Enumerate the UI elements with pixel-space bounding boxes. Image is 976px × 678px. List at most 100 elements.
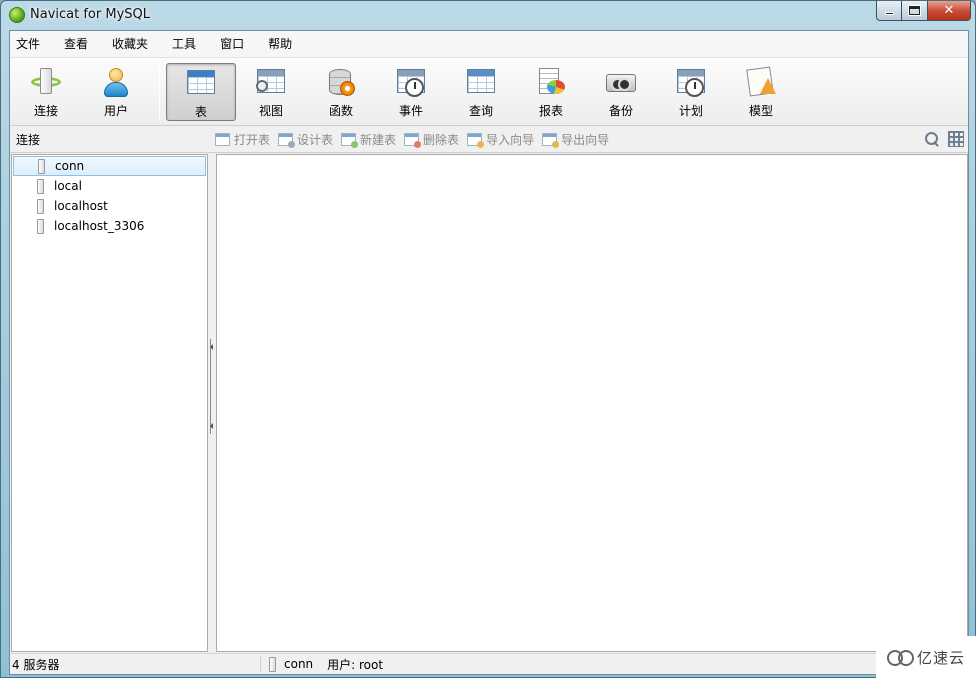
new-table-icon xyxy=(341,132,359,148)
connection-name: conn xyxy=(55,159,85,173)
toolbar-view-button[interactable]: 视图 xyxy=(236,63,306,121)
schedule-icon xyxy=(674,66,708,98)
menu-help[interactable]: 帮助 xyxy=(266,31,304,58)
design-table-label: 设计表 xyxy=(297,132,334,147)
open-table-button[interactable]: 打开表 xyxy=(215,131,270,148)
import-wizard-button[interactable]: 导入向导 xyxy=(467,131,534,148)
event-icon xyxy=(394,66,428,98)
toolbar-connect-button[interactable]: 连接 xyxy=(11,63,81,121)
maximize-icon xyxy=(908,5,921,16)
toolbar-table-button[interactable]: 表 xyxy=(166,62,236,121)
minimize-icon xyxy=(884,12,894,15)
splitter-grip-icon[interactable] xyxy=(210,339,214,434)
view-icon xyxy=(254,66,288,98)
menu-favorites[interactable]: 收藏夹 xyxy=(110,31,160,58)
server-icon xyxy=(37,218,44,234)
client-area: 文件 查看 收藏夹 工具 窗口 帮助 连接 用户 表 视图 函数 事件 查询 报… xyxy=(9,30,969,675)
toolbar-label: 计划 xyxy=(678,103,703,118)
object-action-bar: 连接 打开表 设计表 新建表 删除表 导入向导 导出向导 xyxy=(10,126,968,153)
server-icon xyxy=(38,158,45,174)
toolbar-label: 用户 xyxy=(103,103,128,118)
toolbar-function-button[interactable]: 函数 xyxy=(306,63,376,121)
model-icon xyxy=(744,65,778,98)
function-icon xyxy=(324,66,358,98)
server-icon xyxy=(37,198,44,214)
export-wizard-icon xyxy=(542,132,560,148)
import-wizard-icon xyxy=(467,132,485,148)
design-table-button[interactable]: 设计表 xyxy=(278,131,333,148)
server-icon xyxy=(37,178,44,194)
toolbar-model-button[interactable]: 模型 xyxy=(726,63,796,121)
delete-table-button[interactable]: 删除表 xyxy=(404,131,459,148)
close-icon: ✕ xyxy=(943,3,955,18)
status-divider xyxy=(260,656,261,672)
toolbar-label: 视图 xyxy=(258,103,283,118)
status-server-count: 4 服务器 xyxy=(12,657,60,672)
status-connection: conn xyxy=(269,656,314,672)
object-list-pane[interactable] xyxy=(216,154,968,652)
navicat-app-icon[interactable] xyxy=(9,7,25,23)
toolbar-label: 备份 xyxy=(608,103,633,118)
toolbar-label: 表 xyxy=(194,104,207,119)
menu-window[interactable]: 窗口 xyxy=(218,31,256,58)
toolbar-schedule-button[interactable]: 计划 xyxy=(656,63,726,121)
design-table-icon xyxy=(278,132,296,148)
import-wizard-label: 导入向导 xyxy=(486,132,535,147)
connection-item-localhost[interactable]: localhost xyxy=(12,196,207,216)
status-connection-name: conn xyxy=(284,657,314,671)
query-icon xyxy=(464,66,498,98)
server-icon xyxy=(269,656,276,672)
toolbar-label: 模型 xyxy=(748,103,773,118)
connection-tree-pane[interactable]: conn local localhost localhost_3306 xyxy=(11,154,208,652)
menu-file[interactable]: 文件 xyxy=(14,31,52,58)
connection-name: local xyxy=(54,179,82,193)
export-wizard-button[interactable]: 导出向导 xyxy=(542,131,609,148)
toolbar-user-button[interactable]: 用户 xyxy=(81,63,151,121)
connection-tree: conn local localhost localhost_3306 xyxy=(12,155,207,236)
window-controls: ✕ xyxy=(876,1,971,21)
open-table-icon xyxy=(215,132,230,146)
connect-plug-icon xyxy=(29,66,63,98)
export-wizard-label: 导出向导 xyxy=(561,132,610,147)
delete-table-icon xyxy=(404,132,422,148)
connection-item-conn[interactable]: conn xyxy=(13,156,206,176)
toolbar-query-button[interactable]: 查询 xyxy=(446,63,516,121)
connection-item-local[interactable]: local xyxy=(12,176,207,196)
search-icon[interactable] xyxy=(924,131,940,147)
main-toolbar: 连接 用户 表 视图 函数 事件 查询 报表 备份 计划 模型 xyxy=(10,58,968,126)
toolbar-label: 函数 xyxy=(328,103,353,118)
connection-item-localhost-3306[interactable]: localhost_3306 xyxy=(12,216,207,236)
toolbar-event-button[interactable]: 事件 xyxy=(376,63,446,121)
toolbar-label: 事件 xyxy=(398,103,423,118)
connection-name: localhost_3306 xyxy=(54,219,145,233)
toolbar-label: 查询 xyxy=(468,103,493,118)
open-table-label: 打开表 xyxy=(234,132,271,147)
connection-pane-header: 连接 xyxy=(16,132,41,147)
pane-splitter[interactable] xyxy=(209,154,215,652)
watermark: 亿速云 xyxy=(876,636,976,678)
new-table-button[interactable]: 新建表 xyxy=(341,131,396,148)
toolbar-label: 报表 xyxy=(538,103,563,118)
title-bar[interactable]: Navicat for MySQL ✕ xyxy=(1,1,975,30)
grid-view-icon[interactable] xyxy=(948,131,964,147)
status-user: 用户: root xyxy=(327,657,384,672)
menu-view[interactable]: 查看 xyxy=(62,31,100,58)
report-icon xyxy=(534,66,568,98)
maximize-button[interactable] xyxy=(902,1,928,21)
window-title: Navicat for MySQL xyxy=(30,7,150,22)
menu-bar: 文件 查看 收藏夹 工具 窗口 帮助 xyxy=(10,31,968,58)
minimize-button[interactable] xyxy=(876,1,902,21)
watermark-text: 亿速云 xyxy=(916,648,965,667)
delete-table-label: 删除表 xyxy=(423,132,460,147)
connection-name: localhost xyxy=(54,199,108,213)
app-window: Navicat for MySQL ✕ 文件 查看 收藏夹 工具 窗口 帮助 连… xyxy=(0,0,976,678)
user-icon xyxy=(99,66,133,98)
object-bar-tools xyxy=(924,131,964,147)
toolbar-separator xyxy=(159,62,160,121)
toolbar-report-button[interactable]: 报表 xyxy=(516,63,586,121)
toolbar-backup-button[interactable]: 备份 xyxy=(586,63,656,121)
status-bar: 4 服务器 conn 用户: root xyxy=(10,653,968,674)
close-button[interactable]: ✕ xyxy=(928,1,971,21)
toolbar-label: 连接 xyxy=(33,103,58,118)
menu-tools[interactable]: 工具 xyxy=(170,31,208,58)
